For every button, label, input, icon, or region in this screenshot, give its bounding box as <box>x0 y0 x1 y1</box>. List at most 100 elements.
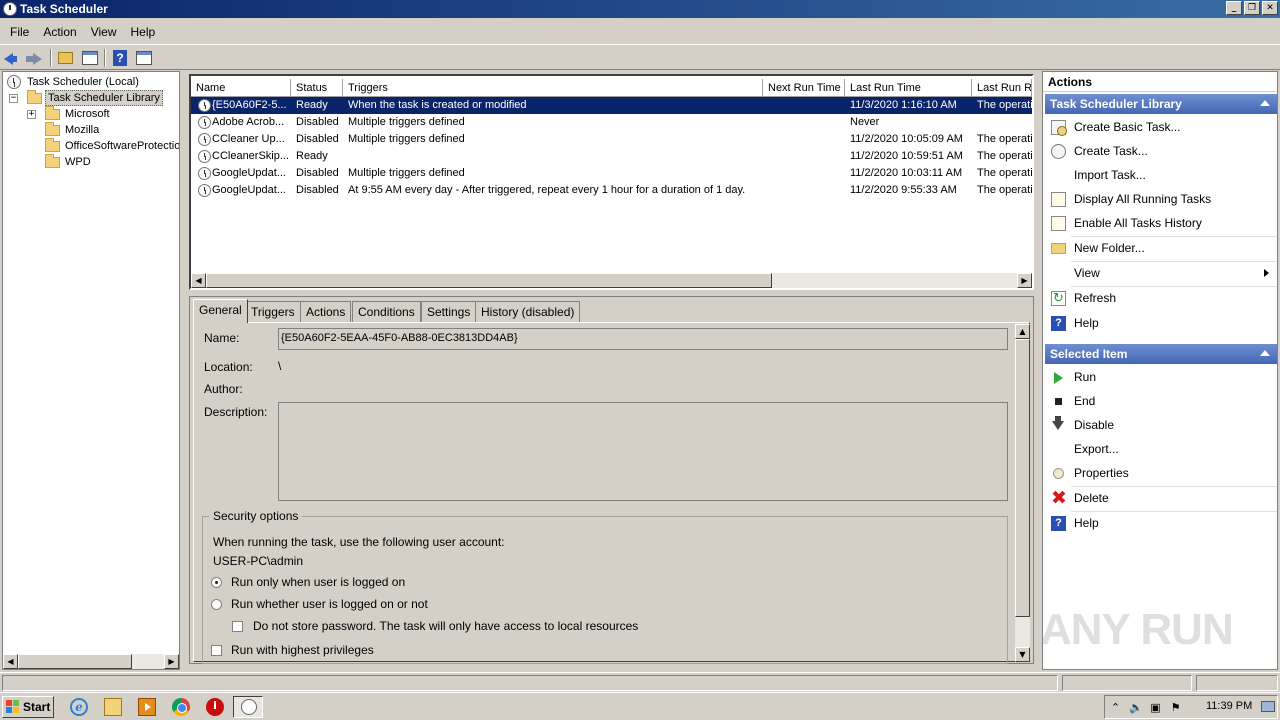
status-bar <box>0 672 1280 692</box>
scroll-right-button[interactable]: ▶ <box>1017 273 1032 288</box>
media-player-icon[interactable] <box>138 698 156 716</box>
show-desktop-icon[interactable] <box>1261 701 1275 712</box>
tab-history[interactable]: History (disabled) <box>475 301 581 322</box>
clock-icon <box>7 75 21 89</box>
task-name-field[interactable]: {E50A60F2-5EAA-45F0-AB88-0EC3813DD4AB} <box>278 328 1008 350</box>
column-header-last-run-result[interactable]: Last Run Re <box>972 79 1032 97</box>
task-name: {E50A60F2-5... <box>212 99 287 111</box>
show-hidden-icons-icon[interactable]: ⌃ <box>1109 701 1122 714</box>
expand-toggle[interactable]: + <box>27 110 36 119</box>
internet-explorer-icon[interactable]: e <box>70 698 88 716</box>
description-label: Description: <box>204 405 268 419</box>
windows-logo-icon <box>6 700 20 714</box>
action-display-running-tasks[interactable]: Display All Running Tasks <box>1045 188 1277 210</box>
show-hide-console-tree-button[interactable] <box>80 48 100 68</box>
task-last-result: The operati <box>977 133 1032 145</box>
help-icon: ? <box>1051 316 1066 331</box>
run-logged-on-radio[interactable] <box>211 577 222 588</box>
description-field[interactable] <box>278 402 1008 501</box>
taskbar-task-scheduler-button[interactable] <box>233 696 263 718</box>
detail-vertical-scrollbar[interactable]: ▲ ▼ <box>1015 324 1030 662</box>
menu-file[interactable]: File <box>3 22 36 42</box>
action-refresh[interactable]: Refresh <box>1045 287 1277 310</box>
task-list-horizontal-scrollbar[interactable]: ◀ ▶ <box>191 273 1032 288</box>
task-row[interactable]: Adobe Acrob... Disabled Multiple trigger… <box>191 114 1032 131</box>
task-clock-icon <box>198 167 211 180</box>
run-whether-logged-radio[interactable] <box>211 599 222 610</box>
task-row[interactable]: GoogleUpdat... Disabled Multiple trigger… <box>191 165 1032 182</box>
restore-button[interactable]: ❐ <box>1244 1 1260 15</box>
section-header-library[interactable]: Task Scheduler Library <box>1045 94 1277 114</box>
task-triggers: Multiple triggers defined <box>348 116 465 128</box>
scroll-down-button[interactable]: ▼ <box>1015 647 1030 662</box>
tab-conditions[interactable]: Conditions <box>352 301 421 322</box>
start-button[interactable]: Start <box>2 696 54 718</box>
action-properties[interactable]: Properties <box>1045 462 1277 484</box>
column-header-next-run-time[interactable]: Next Run Time <box>763 79 845 97</box>
task-last-run: 11/2/2020 10:05:09 AM <box>850 133 963 145</box>
task-row[interactable]: GoogleUpdat... Disabled At 9:55 AM every… <box>191 182 1032 199</box>
help-toolbar-button[interactable]: ? <box>110 48 130 68</box>
highest-privileges-checkbox[interactable] <box>211 645 222 656</box>
column-header-last-run-time[interactable]: Last Run Time <box>845 79 972 97</box>
action-help-selected[interactable]: ? Help <box>1045 512 1277 534</box>
minimize-button[interactable]: _ <box>1226 1 1242 15</box>
scroll-up-button[interactable]: ▲ <box>1015 324 1030 339</box>
up-folder-button[interactable] <box>56 48 76 68</box>
action-create-basic-task[interactable]: Create Basic Task... <box>1045 116 1277 138</box>
action-run[interactable]: Run <box>1045 366 1277 388</box>
action-export[interactable]: Export... <box>1045 438 1277 460</box>
action-import-task[interactable]: Import Task... <box>1045 164 1277 186</box>
action-center-flag-icon[interactable]: ⚑ <box>1169 701 1182 714</box>
menu-help[interactable]: Help <box>124 22 163 42</box>
tab-triggers[interactable]: Triggers <box>245 301 301 322</box>
chrome-icon[interactable] <box>172 698 190 716</box>
tab-settings[interactable]: Settings <box>421 301 477 322</box>
network-icon[interactable]: ▣ <box>1149 701 1162 714</box>
task-last-run: 11/2/2020 10:03:11 AM <box>850 167 963 179</box>
tab-general[interactable]: General <box>193 299 248 323</box>
forward-button[interactable] <box>24 48 44 68</box>
column-header-status[interactable]: Status <box>291 79 343 97</box>
task-row[interactable]: CCleanerSkip... Ready 11/2/2020 10:59:51… <box>191 148 1032 165</box>
scroll-thumb[interactable] <box>206 273 772 288</box>
back-button[interactable] <box>2 48 22 68</box>
tree-horizontal-scrollbar[interactable]: ◀ ▶ <box>3 654 179 669</box>
do-not-store-password-checkbox[interactable] <box>232 621 243 632</box>
scroll-thumb[interactable] <box>1015 339 1030 617</box>
action-end[interactable]: End <box>1045 390 1277 412</box>
volume-icon[interactable]: 🔈 <box>1129 701 1143 714</box>
scroll-right-button[interactable]: ▶ <box>164 654 179 669</box>
action-help[interactable]: ? Help <box>1045 312 1277 334</box>
menu-view[interactable]: View <box>84 22 124 42</box>
show-hide-action-pane-button[interactable] <box>134 48 154 68</box>
section-header-selected-item[interactable]: Selected Item <box>1045 344 1277 364</box>
column-header-name[interactable]: Name <box>191 79 291 97</box>
action-view[interactable]: View <box>1045 262 1277 284</box>
file-explorer-icon[interactable] <box>104 698 122 716</box>
scroll-thumb[interactable] <box>18 654 132 669</box>
task-row[interactable]: CCleaner Up... Disabled Multiple trigger… <box>191 131 1032 148</box>
folder-up-icon <box>58 52 73 64</box>
close-button[interactable]: ✕ <box>1262 1 1278 15</box>
taskbar-clock[interactable]: 11:39 PM <box>1206 700 1252 712</box>
task-name: GoogleUpdat... <box>212 167 286 179</box>
action-delete[interactable]: ✖ Delete <box>1045 487 1277 509</box>
collapse-toggle[interactable]: − <box>9 94 18 103</box>
stop-sign-icon[interactable] <box>206 698 224 716</box>
action-disable[interactable]: Disable <box>1045 414 1277 436</box>
column-header-triggers[interactable]: Triggers <box>343 79 763 97</box>
action-create-task[interactable]: Create Task... <box>1045 140 1277 162</box>
scroll-left-button[interactable]: ◀ <box>191 273 206 288</box>
action-new-folder[interactable]: New Folder... <box>1045 237 1277 259</box>
tab-actions[interactable]: Actions <box>300 301 352 322</box>
task-row[interactable]: {E50A60F2-5... Ready When the task is cr… <box>191 97 1032 114</box>
task-last-run: 11/2/2020 10:59:51 AM <box>850 150 963 162</box>
scroll-left-button[interactable]: ◀ <box>3 654 18 669</box>
action-enable-tasks-history[interactable]: Enable All Tasks History <box>1045 212 1277 234</box>
menu-bar: File Action View Help <box>0 22 1280 42</box>
do-not-store-password-label: Do not store password. The task will onl… <box>253 619 639 633</box>
menu-action[interactable]: Action <box>36 22 83 42</box>
start-label: Start <box>23 700 51 714</box>
console-tree: Task Scheduler (Local) − Task Scheduler … <box>2 71 180 670</box>
